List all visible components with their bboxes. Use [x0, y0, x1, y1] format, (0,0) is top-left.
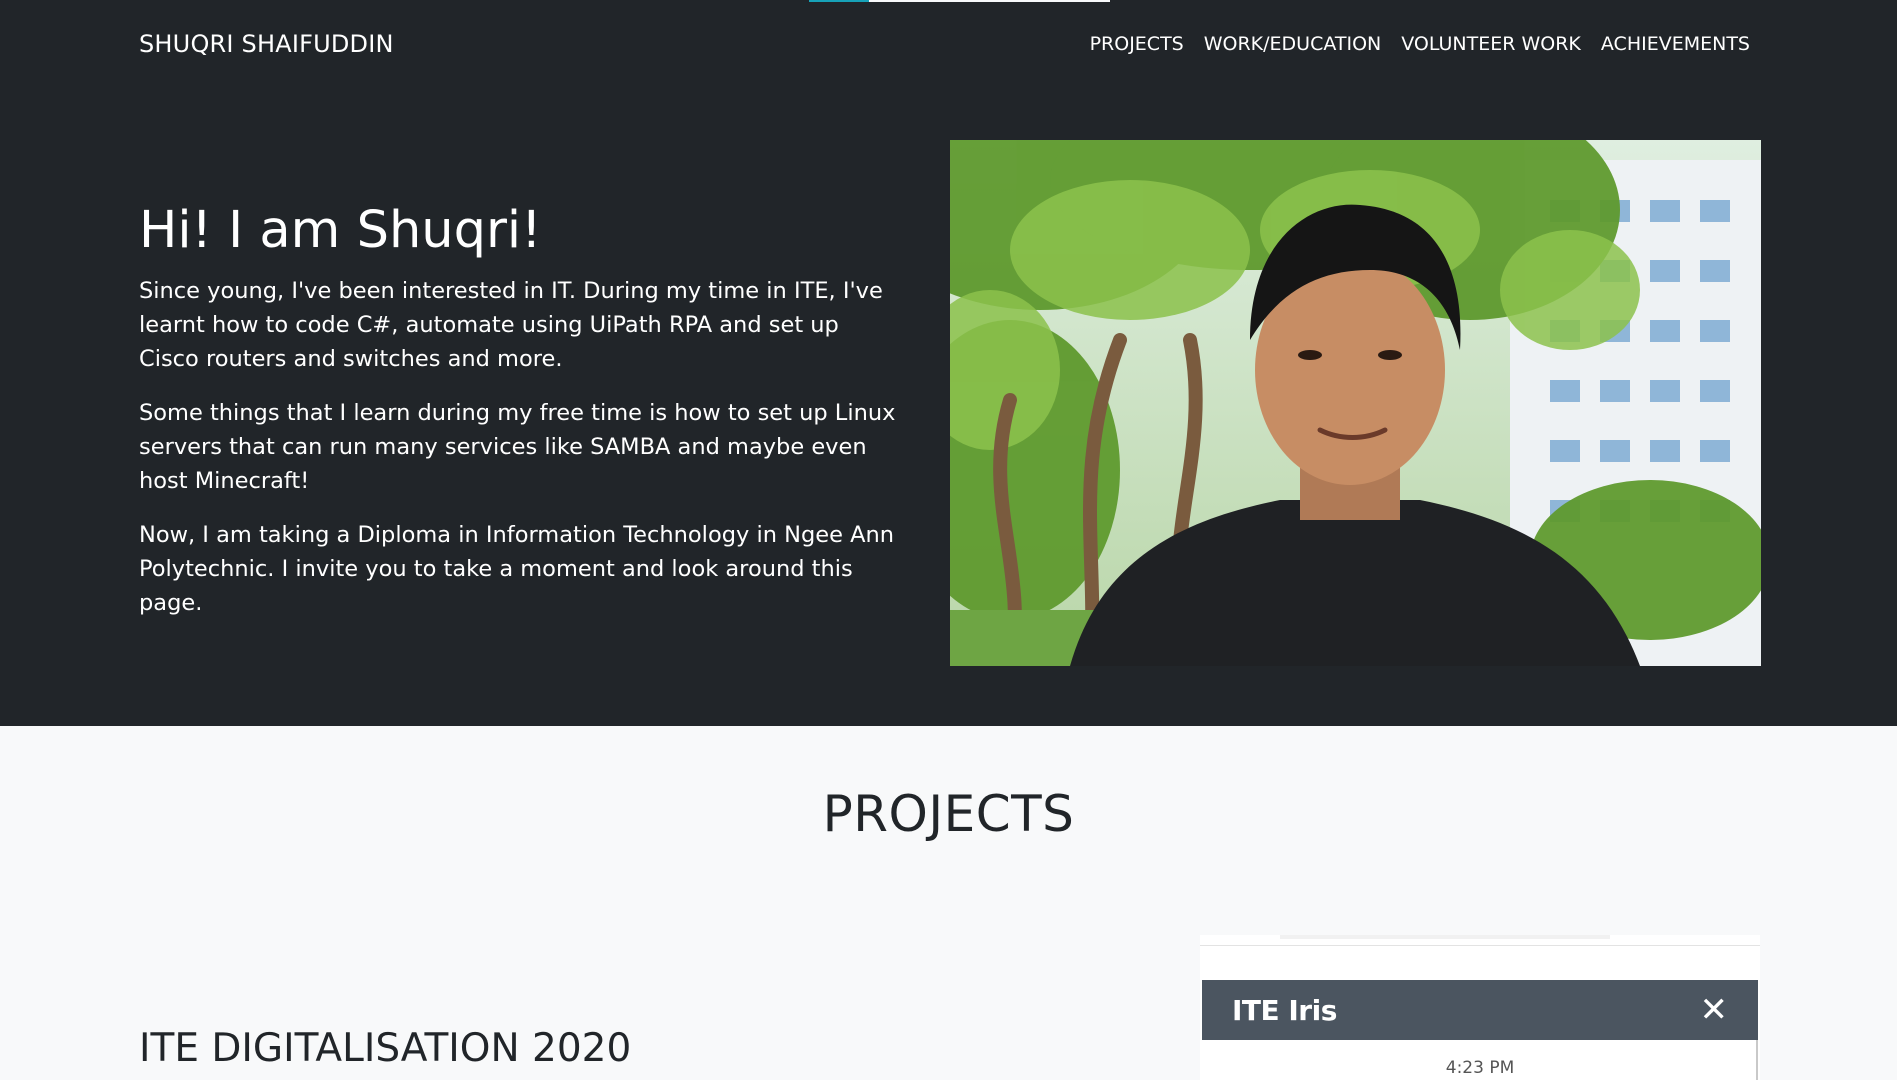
screenshot-divider [1200, 945, 1760, 946]
profile-photo [950, 140, 1761, 666]
close-icon: ✕ [1699, 990, 1729, 1030]
nav-link-volunteer-work[interactable]: VOLUNTEER WORK [1401, 33, 1581, 55]
hero-paragraph-3: Now, I am taking a Diploma in Informatio… [139, 522, 894, 616]
hero-section: SHUQRI SHAIFUDDIN PROJECTS WORK/EDUCATIO… [0, 0, 1897, 726]
chat-side-border [1756, 1040, 1758, 1080]
project-screenshot: ITE Iris ✕ 4:23 PM [1200, 935, 1760, 1080]
nav-link-work-education[interactable]: WORK/EDUCATION [1204, 33, 1382, 55]
scroll-progress-fill [809, 0, 870, 2]
chat-timestamp: 4:23 PM [1445, 1058, 1515, 1078]
hero-title: Hi! I am Shuqri! [139, 201, 542, 260]
projects-section-title: PROJECTS [822, 785, 1075, 843]
nav-link-achievements[interactable]: ACHIEVEMENTS [1601, 33, 1750, 55]
chat-app-name: ITE Iris [1232, 993, 1337, 1027]
brand-link[interactable]: SHUQRI SHAIFUDDIN [139, 30, 394, 58]
project-title: ITE DIGITALISATION 2020 [139, 1026, 632, 1071]
main-nav: PROJECTS WORK/EDUCATION VOLUNTEER WORK A… [1090, 33, 1750, 55]
scroll-progress-bar [809, 0, 1110, 2]
hero-paragraph-2: Some things that I learn during my free … [139, 400, 896, 494]
hero-intro: Hi! I am Shuqri! Since young, I've been … [139, 200, 899, 640]
nav-link-projects[interactable]: PROJECTS [1090, 33, 1184, 55]
screenshot-top-shadow [1280, 935, 1610, 939]
hero-paragraph-1: Since young, I've been interested in IT.… [139, 278, 883, 372]
chat-header: ITE Iris ✕ [1202, 980, 1758, 1040]
